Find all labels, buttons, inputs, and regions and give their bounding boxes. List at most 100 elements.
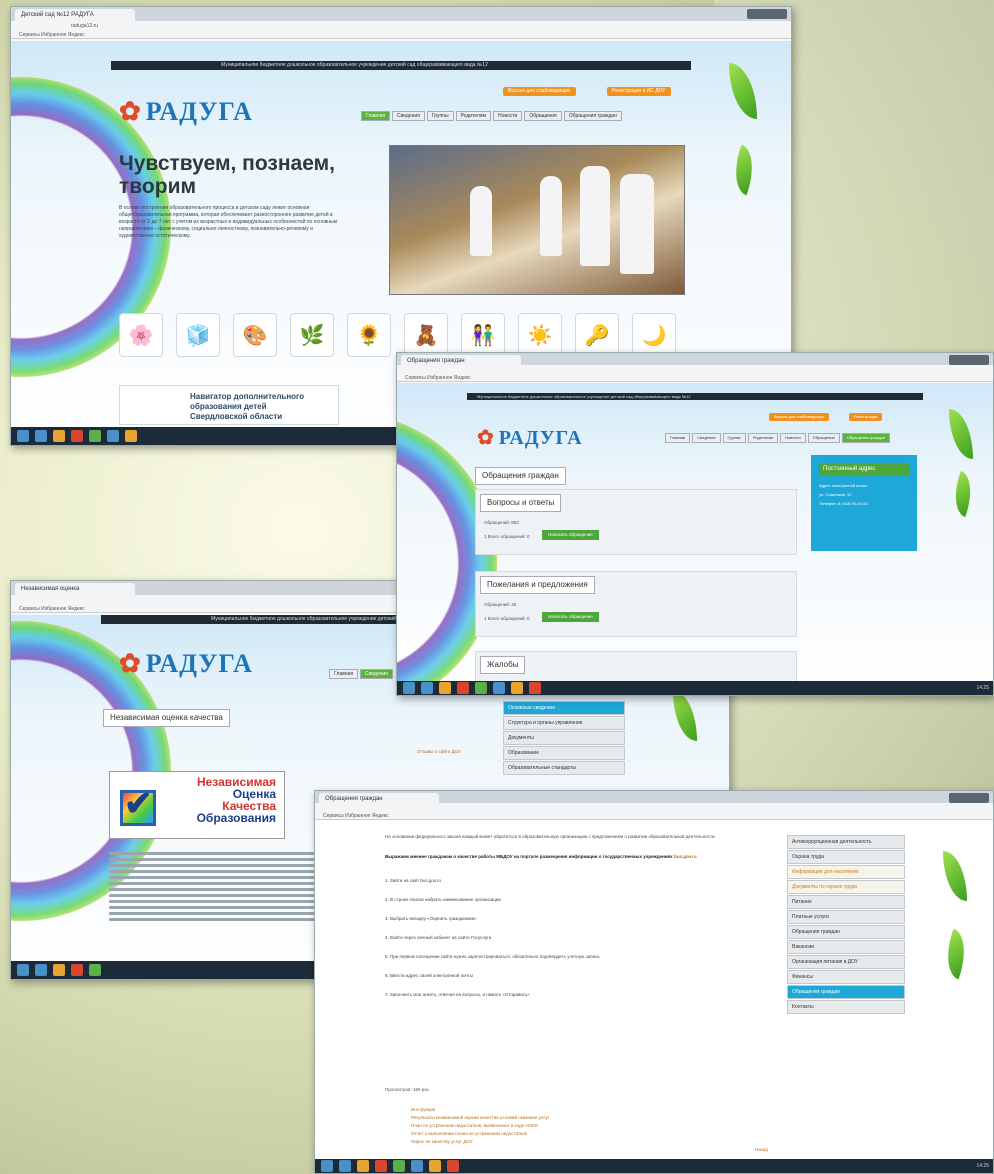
app-icon[interactable] [357, 1160, 369, 1172]
bookmarks-bar[interactable]: Сервисы Избранное Яндекс [397, 374, 993, 382]
app-icon[interactable] [493, 682, 505, 694]
nav-item-news[interactable]: Новости [780, 433, 806, 443]
address-bar[interactable] [315, 803, 993, 812]
app-icon[interactable] [411, 1160, 423, 1172]
app-icon[interactable] [35, 964, 47, 976]
activity-icon[interactable]: 🌻 [347, 313, 391, 357]
nav-item-appeals[interactable]: Обращения [807, 433, 840, 443]
app-icon[interactable] [71, 964, 83, 976]
window-controls[interactable] [949, 355, 989, 365]
activity-icon[interactable]: 🌙 [632, 313, 676, 357]
register-button[interactable]: Регистрация в ИС ДОУ [607, 87, 671, 96]
app-icon[interactable] [89, 430, 101, 442]
app-icon[interactable] [125, 430, 137, 442]
app-icon[interactable] [439, 682, 451, 694]
nav-item-groups[interactable]: Группы [426, 111, 454, 121]
start-icon[interactable] [321, 1160, 333, 1172]
file-link[interactable]: Опрос по качеству услуг ДОУ [411, 1139, 549, 1144]
app-icon[interactable] [53, 964, 65, 976]
side-menu-item[interactable]: Вакансии [787, 940, 905, 954]
activity-icon[interactable]: 🎨 [233, 313, 277, 357]
side-menu-item[interactable]: Платные услуги [787, 910, 905, 924]
side-menu-subitem[interactable]: Документы по охране труда [787, 880, 905, 894]
app-icon[interactable] [53, 430, 65, 442]
feedback-link[interactable]: Отзывы о сайте ДОУ [417, 749, 461, 754]
side-menu-item[interactable]: Обращения граждан [787, 985, 905, 999]
side-menu-item[interactable]: Контакты [787, 1000, 905, 1014]
app-icon[interactable] [421, 682, 433, 694]
side-menu-item[interactable]: Финансы [787, 970, 905, 984]
app-icon[interactable] [529, 682, 541, 694]
notice-link[interactable]: bus.gov.ru [674, 854, 697, 859]
side-menu-item[interactable]: Антикоррупционная деятельность [787, 835, 905, 849]
app-icon[interactable] [393, 1160, 405, 1172]
side-menu-item[interactable]: Питание [787, 895, 905, 909]
side-menu-item[interactable]: Структура и органы управления [503, 716, 625, 730]
nav-item-info[interactable]: Сведения [692, 433, 721, 443]
app-icon[interactable] [447, 1160, 459, 1172]
file-link[interactable]: Результаты независимой оценки качества у… [411, 1115, 549, 1120]
nav-item-parents[interactable]: Родителям [455, 111, 491, 121]
nav-item-news[interactable]: Новости [492, 111, 523, 121]
app-icon[interactable] [375, 1160, 387, 1172]
bookmarks-bar[interactable]: Сервисы Избранное Яндекс [11, 31, 791, 39]
accessibility-button[interactable]: Версия для слабовидящих [769, 413, 830, 421]
app-icon[interactable] [35, 430, 47, 442]
file-link[interactable]: План по устранению недостатков, выявленн… [411, 1123, 549, 1128]
nav-item-citizens[interactable]: Обращения граждан [563, 111, 622, 121]
side-menu-item[interactable]: Организация питания в ДОУ [787, 955, 905, 969]
app-icon[interactable] [511, 682, 523, 694]
bookmarks-bar[interactable]: Сервисы Избранное Яндекс [315, 812, 993, 820]
accessibility-button[interactable]: Версия для слабовидящих [503, 87, 576, 96]
write-appeal-button[interactable]: Написать обращение [542, 530, 599, 540]
file-link[interactable]: Отчет о выполнении плана по устранению н… [411, 1131, 549, 1136]
activity-icon[interactable]: 👫 [461, 313, 505, 357]
start-icon[interactable] [17, 964, 29, 976]
side-menu-item[interactable]: Образование [503, 746, 625, 760]
address-bar[interactable] [397, 365, 993, 374]
browser-tab[interactable]: Детский сад №12 РАДУГА [15, 9, 135, 21]
write-appeal-button[interactable]: Написать обращение [542, 612, 599, 622]
side-menu-item[interactable]: Основные сведения [503, 701, 625, 715]
start-icon[interactable] [17, 430, 29, 442]
nav-item-home[interactable]: Главная [665, 433, 691, 443]
activity-icon[interactable]: 🔑 [575, 313, 619, 357]
side-menu-item[interactable]: Охрана труда [787, 850, 905, 864]
window-controls[interactable] [949, 793, 989, 803]
app-icon[interactable] [475, 682, 487, 694]
browser-tab[interactable]: Независимая оценка [15, 583, 135, 595]
register-button[interactable]: Регистрация [849, 413, 883, 421]
side-menu-item[interactable]: Документы [503, 731, 625, 745]
nav-item-home[interactable]: Главная [329, 669, 359, 679]
site-logo[interactable]: ✿ РАДУГА [119, 649, 253, 679]
app-icon[interactable] [339, 1160, 351, 1172]
app-icon[interactable] [89, 964, 101, 976]
nav-item-appeals[interactable]: Обращения [524, 111, 562, 121]
app-icon[interactable] [107, 430, 119, 442]
nav-item-home[interactable]: Главная [361, 111, 391, 121]
app-icon[interactable] [71, 430, 83, 442]
nav-item-groups[interactable]: Группы [722, 433, 746, 443]
nav-item-citizens[interactable]: Обращения граждан [841, 433, 890, 443]
nav-item-info[interactable]: Сведения [360, 669, 393, 679]
side-menu-subitem[interactable]: Информация для населения [787, 865, 905, 879]
navigator-banner[interactable]: Навигатор дополнительного образования де… [119, 385, 339, 425]
file-link[interactable]: Инструкция [411, 1107, 549, 1112]
nav-item-parents[interactable]: Родителям [747, 433, 779, 443]
activity-icon[interactable]: 🧸 [404, 313, 448, 357]
back-link[interactable]: Назад [755, 1147, 768, 1152]
site-logo[interactable]: ✿ РАДУГА [477, 425, 583, 450]
site-logo[interactable]: ✿ РАДУГА [119, 97, 253, 127]
start-icon[interactable] [403, 682, 415, 694]
activity-icon[interactable]: 🧊 [176, 313, 220, 357]
activity-icon[interactable]: 🌿 [290, 313, 334, 357]
side-menu-item[interactable]: Образовательные стандарты [503, 761, 625, 775]
app-icon[interactable] [457, 682, 469, 694]
activity-icon[interactable]: 🌸 [119, 313, 163, 357]
nav-item-info[interactable]: Сведения [392, 111, 425, 121]
app-icon[interactable] [429, 1160, 441, 1172]
side-menu-item[interactable]: Обращения граждан [787, 925, 905, 939]
window-controls[interactable] [747, 9, 787, 19]
address-bar[interactable]: raduga12.ru [11, 21, 791, 31]
activity-icon[interactable]: ☀️ [518, 313, 562, 357]
